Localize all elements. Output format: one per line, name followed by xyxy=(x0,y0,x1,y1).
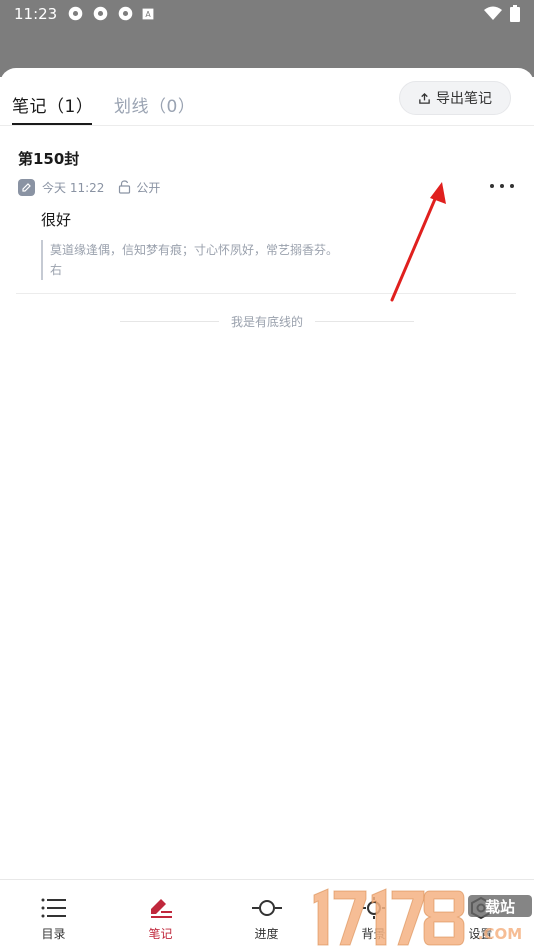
list-icon xyxy=(41,898,66,918)
settings-icon xyxy=(68,6,83,21)
tab-bar: 笔记（1） 划线（0） 导出笔记 xyxy=(0,68,534,126)
nav-item-notes[interactable]: 笔记 xyxy=(107,880,214,950)
note-content: 很好 xyxy=(41,211,72,229)
annotation-arrow-icon xyxy=(390,182,446,302)
status-time: 11:23 xyxy=(14,4,58,23)
note-chapter-title: 第150封 xyxy=(18,150,80,168)
wifi-icon xyxy=(484,6,502,20)
settings-icon xyxy=(118,6,133,21)
quote-line: 莫道缘逢偶，信知梦有痕；寸心怀夙好，常艺搦香芬。 xyxy=(50,243,339,257)
edit-icon xyxy=(18,178,35,196)
status-bar: 11:23 A xyxy=(0,0,534,27)
settings-icon xyxy=(93,6,108,21)
export-notes-label: 导出笔记 xyxy=(436,91,492,107)
brightness-icon xyxy=(362,897,385,919)
nav-item-settings[interactable]: 设置 xyxy=(427,880,534,950)
divider xyxy=(16,293,516,294)
battery-icon xyxy=(510,5,520,22)
note-quote: 莫道缘逢偶，信知梦有痕；寸心怀夙好，常艺搦香芬。 右 xyxy=(41,240,381,280)
nav-label: 进度 xyxy=(254,927,279,941)
nav-item-background[interactable]: 背景 xyxy=(320,880,427,950)
settings-icon xyxy=(470,896,491,920)
upload-icon xyxy=(419,92,430,104)
note-time: 今天 11:22 xyxy=(42,180,105,195)
tab-notes[interactable]: 笔记（1） xyxy=(12,92,93,117)
nav-item-progress[interactable]: 进度 xyxy=(213,880,320,950)
tab-highlights[interactable]: 划线（0） xyxy=(114,92,195,117)
svg-text:A: A xyxy=(146,10,152,19)
note-meta: 今天 11:22 公开 xyxy=(18,178,160,196)
a-icon: A xyxy=(142,8,154,19)
list-end-text: 我是有底线的 xyxy=(231,314,304,329)
nav-label: 背景 xyxy=(361,927,386,941)
nav-label: 笔记 xyxy=(148,927,173,941)
nav-item-catalog[interactable]: 目录 xyxy=(0,880,107,950)
bottom-nav: 目录 笔记 进度 背景 设置 xyxy=(0,879,534,950)
progress-icon xyxy=(251,900,282,916)
nav-label: 设置 xyxy=(468,927,493,941)
nav-label: 目录 xyxy=(41,927,66,941)
export-notes-button[interactable]: 导出笔记 xyxy=(399,81,511,115)
list-end-indicator: 我是有底线的 xyxy=(120,312,415,330)
notes-sheet: 笔记（1） 划线（0） 导出笔记 第150封 今天 11:22 公开 很好 莫道… xyxy=(0,68,534,880)
note-visibility[interactable]: 公开 xyxy=(136,179,160,196)
more-icon[interactable] xyxy=(490,178,514,194)
quote-line: 右 xyxy=(50,263,63,277)
tab-indicator xyxy=(12,123,92,125)
pen-icon xyxy=(150,899,172,918)
unlock-icon xyxy=(118,180,131,194)
